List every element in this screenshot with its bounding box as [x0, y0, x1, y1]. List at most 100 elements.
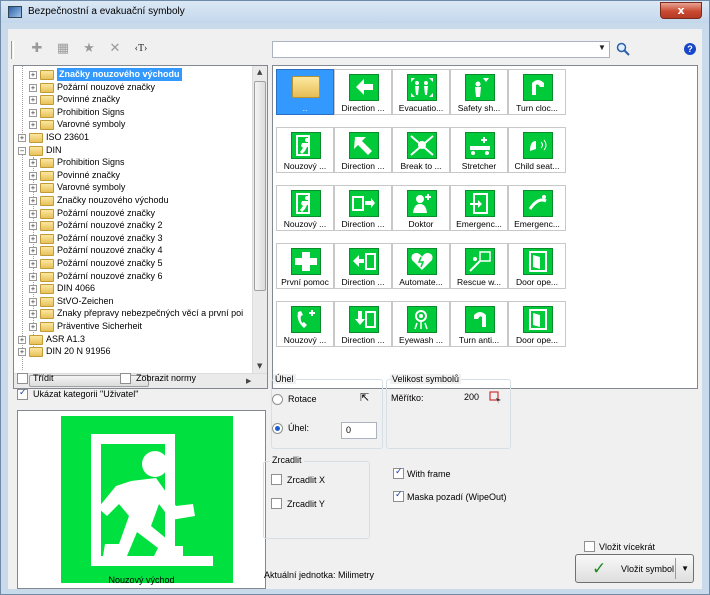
folder-icon	[40, 183, 54, 194]
expand-icon[interactable]: +	[29, 197, 37, 205]
symbol-label: Doktor	[408, 219, 434, 229]
rescue-window-icon	[465, 248, 495, 275]
add-icon[interactable]: ✚	[28, 40, 46, 58]
insert-symbol-button[interactable]: ✓ Vložit symbol ▼	[575, 554, 694, 583]
symbol-cell[interactable]: Evacuatio...	[392, 69, 450, 115]
symbol-cell[interactable]: Stretcher	[450, 127, 508, 173]
symbol-cell[interactable]: Direction ...	[334, 127, 392, 173]
mirror-x-checkbox[interactable]	[271, 474, 282, 485]
toolbar-grip-icon[interactable]	[11, 41, 14, 59]
folder-icon	[40, 170, 54, 181]
mirror-y-checkbox[interactable]	[271, 498, 282, 509]
folder-icon	[40, 70, 54, 80]
scale-label: Měřítko:	[391, 393, 424, 403]
rotation-radio[interactable]	[272, 394, 283, 405]
symbol-cell[interactable]: Doktor	[392, 185, 450, 231]
symbol-cell[interactable]: Nouzový ...	[276, 127, 334, 173]
expand-icon[interactable]: +	[29, 184, 37, 193]
angle-input[interactable]: 0	[341, 422, 377, 439]
search-dropdown-icon[interactable]: ▼	[598, 43, 606, 52]
tree-item-label: Značky nouzového východu	[57, 195, 169, 205]
scroll-right-icon[interactable]: ▶	[246, 377, 251, 385]
scroll-up-icon[interactable]: ▲	[257, 68, 262, 76]
expand-icon[interactable]: +	[29, 209, 37, 218]
eyewash-icon	[407, 306, 437, 333]
show-norms-checkbox[interactable]	[120, 373, 131, 384]
expand-icon[interactable]: +	[29, 222, 37, 231]
properties-icon[interactable]: ▦	[54, 40, 72, 58]
expand-icon[interactable]: +	[29, 272, 37, 281]
symbol-cell[interactable]: Direction ...	[334, 301, 392, 347]
doctor-icon	[407, 190, 437, 217]
symbol-cell[interactable]: Door ope...	[508, 301, 566, 347]
search-input[interactable]	[272, 41, 610, 58]
rename-text-icon[interactable]: ‹T›	[132, 40, 150, 58]
delete-icon[interactable]: ✕	[106, 40, 124, 58]
emergency-exit-icon	[291, 190, 321, 217]
symbol-cell[interactable]: Child seat...	[508, 127, 566, 173]
symbol-cell[interactable]: ..	[276, 69, 334, 115]
expand-icon[interactable]: +	[29, 159, 37, 168]
symbol-cell[interactable]: Turn cloc...	[508, 69, 566, 115]
symbol-cell[interactable]: Emergenc...	[450, 185, 508, 231]
tree-item-label: Povinné značky	[57, 169, 121, 180]
tree-vertical-thumb[interactable]	[254, 81, 266, 291]
symbol-cell[interactable]: Safety sh...	[450, 69, 508, 115]
size-group	[386, 379, 511, 449]
symbol-cell[interactable]: Door ope...	[508, 243, 566, 289]
insert-multiple-checkbox[interactable]	[584, 541, 595, 552]
symbol-cell[interactable]: Direction ...	[334, 185, 392, 231]
symbol-cell[interactable]: Automate...	[392, 243, 450, 289]
wipeout-mask-checkbox[interactable]	[393, 490, 404, 502]
expand-icon[interactable]: +	[29, 96, 37, 105]
expand-icon[interactable]: +	[29, 121, 37, 130]
close-button[interactable]: x	[660, 2, 702, 19]
expand-icon[interactable]: +	[18, 348, 26, 357]
scale-input[interactable]: 200	[460, 390, 485, 407]
symbol-cell[interactable]: Rescue w...	[450, 243, 508, 289]
preview-caption: Nouzový východ	[108, 575, 175, 585]
expand-icon[interactable]: +	[29, 260, 37, 268]
symbol-cell[interactable]: Emergenc...	[508, 185, 566, 231]
symbol-cell[interactable]: Nouzový ...	[276, 301, 334, 347]
rotation-label: Rotace	[288, 394, 317, 404]
expand-icon[interactable]: +	[29, 71, 37, 79]
expand-icon[interactable]: +	[29, 83, 37, 92]
category-tree[interactable]: + Značky nouzového východu + Požární nouzov…	[13, 65, 268, 389]
insert-dropdown-icon[interactable]: ▼	[681, 564, 689, 573]
symbol-cell[interactable]: Eyewash ...	[392, 301, 450, 347]
expand-icon[interactable]: +	[18, 335, 26, 344]
expand-icon[interactable]: +	[29, 171, 37, 180]
expand-icon[interactable]: +	[29, 108, 37, 117]
with-frame-checkbox[interactable]	[393, 467, 404, 479]
expand-icon[interactable]: +	[29, 285, 37, 294]
symbol-cell[interactable]: Direction ...	[334, 243, 392, 289]
expand-icon[interactable]: +	[29, 310, 37, 319]
pick-scale-icon[interactable]	[489, 391, 503, 405]
pick-rotation-cursor-icon[interactable]: ⇱	[360, 391, 369, 404]
expand-icon[interactable]: +	[29, 297, 37, 306]
expand-icon[interactable]: −	[18, 146, 26, 155]
tree-vertical-scrollbar[interactable]: ▲ ▼	[252, 66, 267, 374]
title-bar[interactable]: Bezpečnostní a evakuační symboly x	[1, 1, 709, 23]
symbol-cell[interactable]: Turn anti...	[450, 301, 508, 347]
show-category-checkbox[interactable]	[17, 388, 28, 400]
help-icon[interactable]: ?	[684, 43, 696, 55]
symbol-cell[interactable]: Break to ...	[392, 127, 450, 173]
search-icon[interactable]	[615, 41, 631, 57]
tree-item-label: DIN	[46, 144, 62, 155]
scroll-down-icon[interactable]: ▼	[257, 362, 262, 370]
expand-icon[interactable]: +	[29, 234, 37, 243]
folder-icon	[29, 347, 43, 358]
expand-icon[interactable]: +	[18, 134, 26, 142]
folder-icon	[40, 208, 54, 219]
expand-icon[interactable]: +	[29, 323, 37, 331]
symbol-cell[interactable]: První pomoc	[276, 243, 334, 289]
sort-checkbox[interactable]	[17, 373, 28, 384]
angle-radio[interactable]	[272, 423, 283, 434]
symbol-cell[interactable]: Nouzový ...	[276, 185, 334, 231]
first-aid-icon	[291, 248, 321, 275]
symbol-cell[interactable]: Direction ...	[334, 69, 392, 115]
favorite-star-icon[interactable]: ★	[80, 40, 98, 58]
expand-icon[interactable]: +	[29, 247, 37, 256]
